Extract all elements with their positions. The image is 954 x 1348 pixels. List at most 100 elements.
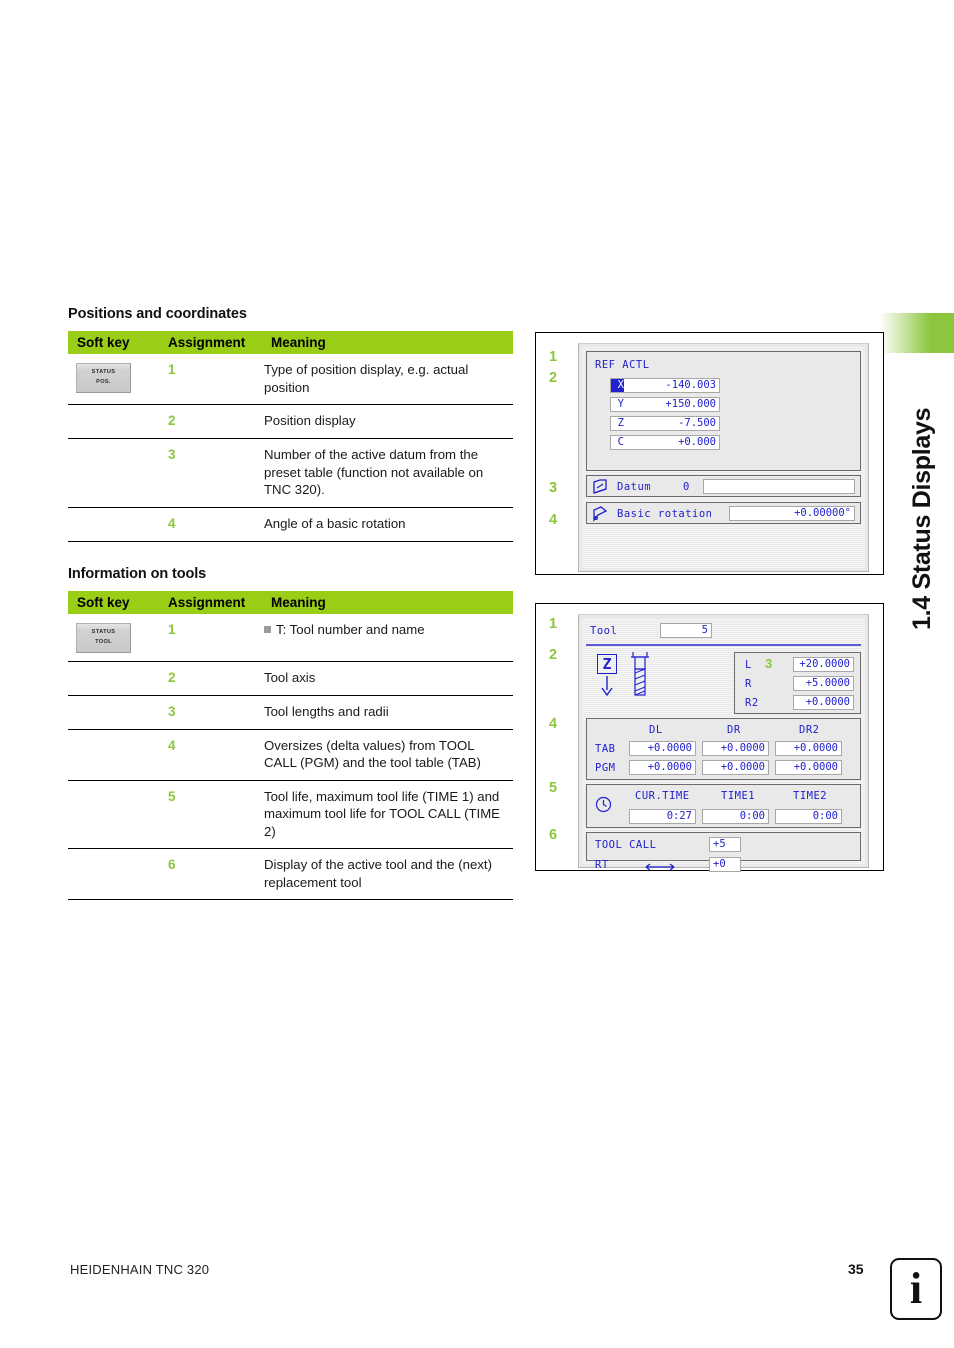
- axis-value-c: +0.000: [678, 436, 716, 448]
- softkey-cell: [68, 661, 160, 696]
- delta-tab-dr2[interactable]: +0.0000: [775, 741, 842, 756]
- callout-2: 2: [549, 647, 558, 663]
- datum-icon: [593, 479, 607, 494]
- datum-row[interactable]: Datum 0: [586, 475, 861, 497]
- table-header-row: Soft key Assignment Meaning: [68, 590, 513, 614]
- meaning-text: Type of position display, e.g. actual po…: [263, 354, 513, 406]
- mode-label: REF ACTL: [595, 359, 650, 371]
- meaning-text: Angle of a basic rotation: [263, 507, 513, 542]
- meaning-text: Display of the active tool and the (next…: [263, 848, 513, 901]
- table-row: 5 Tool life, maximum tool life (TIME 1) …: [68, 780, 513, 850]
- datum-name-field[interactable]: [703, 479, 855, 494]
- axis-row-y[interactable]: Y +150.000: [610, 397, 720, 412]
- delta-tab-dr[interactable]: +0.0000: [702, 741, 769, 756]
- table-row: 6 Display of the active tool and the (ne…: [68, 848, 513, 901]
- assignment-number: 2: [160, 661, 263, 696]
- assignment-number: 2: [160, 404, 263, 440]
- delta-column-dr2: DR2: [799, 724, 820, 736]
- basic-rotation-row[interactable]: Basic rotation +0.00000°: [586, 502, 861, 524]
- meaning-text: Tool axis: [263, 661, 513, 696]
- delta-pgm-dr2[interactable]: +0.0000: [775, 760, 842, 775]
- info-badge-icon: i: [890, 1258, 942, 1320]
- geometry-value-r[interactable]: +5.0000: [793, 676, 854, 691]
- meaning-text: T: Tool number and name: [276, 621, 425, 637]
- tnc-screen: Tool 5 Z 3 L +20.0000 R +5.0000 R2 +0.00…: [582, 618, 865, 872]
- tool-number-field[interactable]: 5: [660, 623, 712, 638]
- replacement-arrow-icon: [645, 863, 675, 871]
- table-row: STATUS POS. 1 Type of position display, …: [68, 354, 513, 406]
- table-row: 4 Oversizes (delta values) from TOOL CAL…: [68, 729, 513, 781]
- softkey-label-line2: POS.: [96, 379, 111, 385]
- callout-4: 4: [549, 512, 558, 528]
- axis-direction-arrow-icon: [601, 676, 613, 696]
- axis-value-x: -140.003: [665, 379, 716, 391]
- meaning-text: Tool lengths and radii: [263, 695, 513, 730]
- time-column-time2: TIME2: [793, 790, 828, 802]
- softkey-cell: [68, 507, 160, 542]
- softkey-cell: [68, 780, 160, 850]
- section-heading-positions: Positions and coordinates: [68, 306, 247, 322]
- delta-pgm-dr[interactable]: +0.0000: [702, 760, 769, 775]
- delta-column-dl: DL: [649, 724, 663, 736]
- time-value-time1[interactable]: 0:00: [702, 809, 769, 824]
- tool-life-box: CUR.TIME TIME1 TIME2 0:27 0:00 0:00: [586, 784, 861, 828]
- geometry-label-l: L: [745, 659, 752, 671]
- table-information-on-tools: Soft key Assignment Meaning STATUS TOOL …: [68, 590, 513, 901]
- tnc-screen: REF ACTL X -140.003 Y +150.000 Z -7.500 …: [582, 347, 865, 568]
- time-value-time2[interactable]: 0:00: [775, 809, 842, 824]
- softkey-status-tool[interactable]: STATUS TOOL: [76, 622, 131, 653]
- assignment-number: 1: [160, 354, 263, 406]
- axis-name-y: Y: [617, 398, 624, 410]
- table-row: 3 Tool lengths and radii: [68, 695, 513, 730]
- geometry-value-l[interactable]: +20.0000: [793, 657, 854, 672]
- clock-icon: [595, 796, 612, 813]
- time-column-cur: CUR.TIME: [635, 790, 690, 802]
- axis-name-x: X: [611, 379, 624, 392]
- datum-label: Datum: [617, 481, 652, 493]
- datum-number: 0: [683, 481, 690, 493]
- tool-call-label: TOOL CALL: [595, 839, 657, 851]
- assignment-number: 4: [160, 507, 263, 542]
- softkey-label-line1: STATUS: [91, 628, 116, 635]
- tnc-screen-bezel: Tool 5 Z 3 L +20.0000 R +5.0000 R2 +0.00…: [578, 614, 869, 872]
- end-mill-tool-icon: [631, 652, 649, 696]
- delta-pgm-dl[interactable]: +0.0000: [629, 760, 696, 775]
- callout-5: 5: [549, 780, 558, 796]
- screenshot-position-status: 1 2 3 4 REF ACTL X -140.003 Y +150.000 Z…: [535, 332, 884, 575]
- table-header-row: Soft key Assignment Meaning: [68, 331, 513, 354]
- softkey-label-line1: STATUS: [91, 369, 116, 376]
- basic-rotation-icon: [593, 506, 608, 522]
- page-number: 35: [848, 1261, 864, 1277]
- assignment-number: 3: [160, 438, 263, 508]
- footer-product-name: HEIDENHAIN TNC 320: [70, 1262, 210, 1277]
- geometry-value-r2[interactable]: +0.0000: [793, 695, 854, 710]
- time-value-cur[interactable]: 0:27: [629, 809, 696, 824]
- callout-4: 4: [549, 716, 558, 732]
- softkey-cell: [68, 695, 160, 730]
- callout-3: 3: [765, 656, 773, 671]
- softkey-cell: STATUS TOOL: [68, 613, 160, 662]
- header-divider: [586, 644, 861, 646]
- table-row: 3 Number of the active datum from the pr…: [68, 438, 513, 508]
- callout-2: 2: [549, 370, 558, 386]
- tool-label: Tool: [590, 625, 618, 637]
- axis-row-z[interactable]: Z -7.500: [610, 416, 720, 431]
- axis-row-c[interactable]: C +0.000: [610, 435, 720, 450]
- meaning-cell: T: Tool number and name: [263, 613, 513, 662]
- callout-6: 6: [549, 827, 558, 843]
- axis-row-x[interactable]: X -140.003: [610, 378, 720, 393]
- tool-call-box: TOOL CALL +5 RT +0: [586, 832, 861, 872]
- geometry-label-r2: R2: [745, 697, 759, 709]
- delta-tab-dl[interactable]: +0.0000: [629, 741, 696, 756]
- replacement-tool-value[interactable]: +0: [709, 857, 741, 872]
- assignment-number: 4: [160, 729, 263, 781]
- basic-rotation-value[interactable]: +0.00000°: [729, 506, 855, 521]
- time-column-time1: TIME1: [721, 790, 756, 802]
- assignment-number: 6: [160, 848, 263, 901]
- assignment-number: 5: [160, 780, 263, 850]
- table-row: 2 Position display: [68, 404, 513, 440]
- callout-1: 1: [549, 616, 558, 632]
- tool-call-value[interactable]: +5: [709, 837, 741, 852]
- softkey-status-pos[interactable]: STATUS POS.: [76, 363, 131, 393]
- column-header-softkey: Soft key: [68, 331, 160, 354]
